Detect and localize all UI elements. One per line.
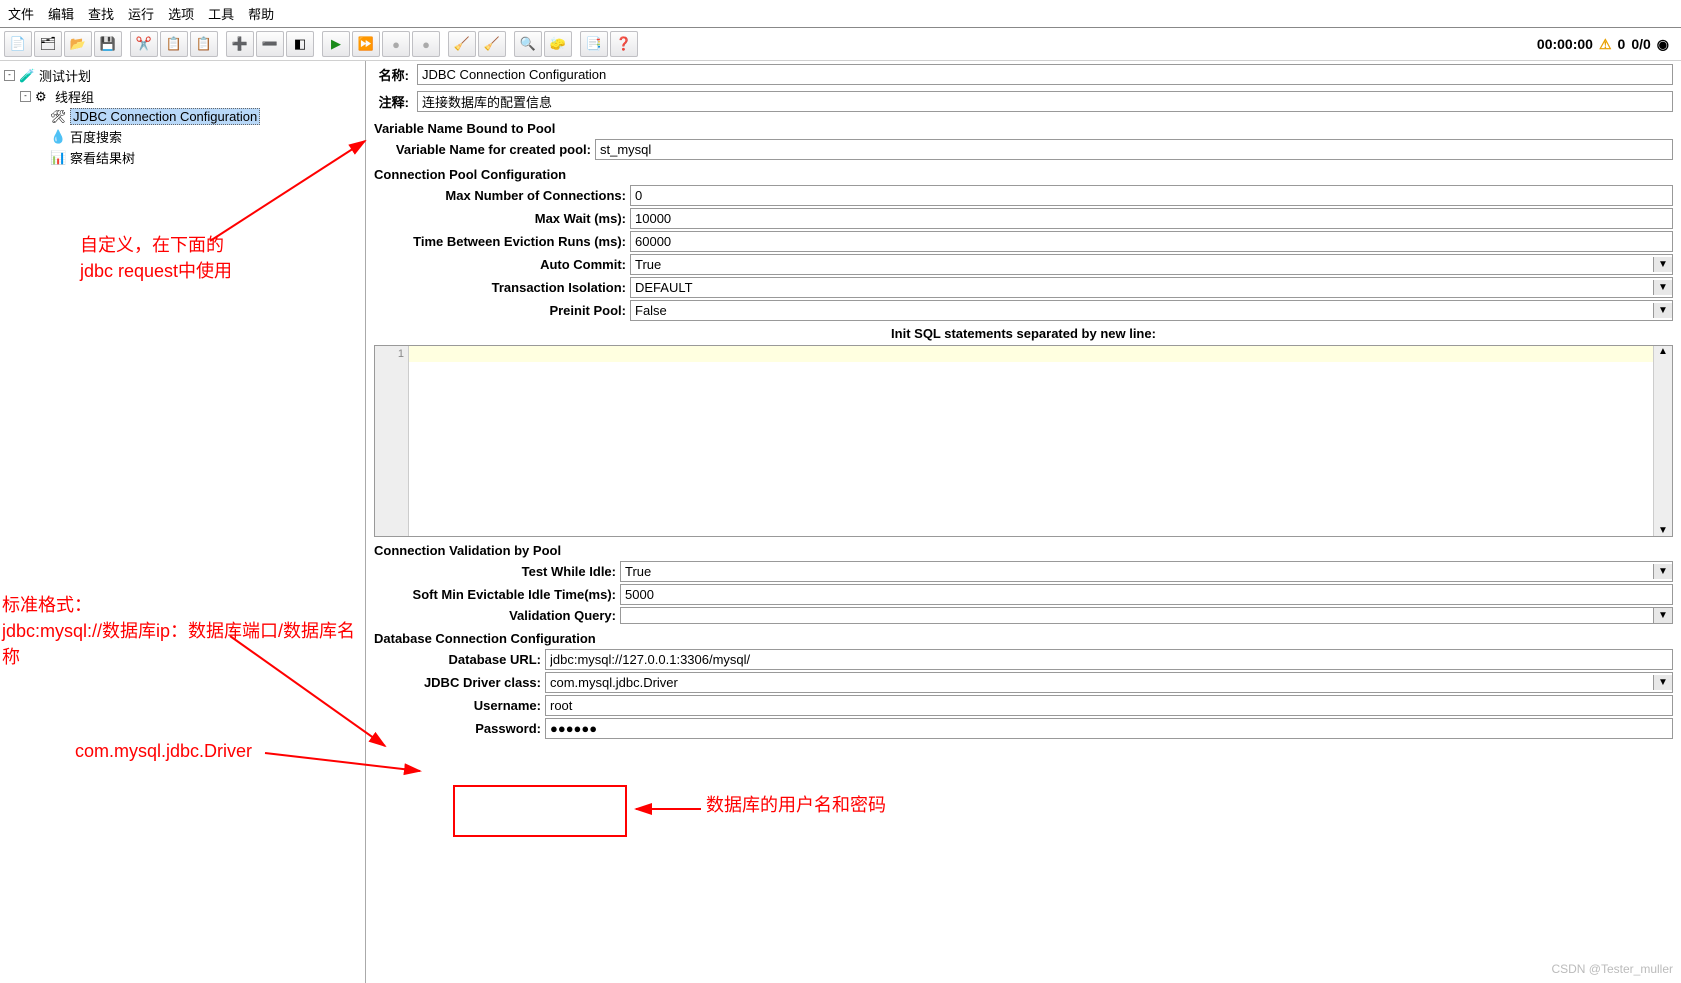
annotation-format: 标准格式：jdbc:mysql://数据库ip：数据库端口/数据库名称: [2, 591, 365, 669]
templates-button[interactable]: 🗂: [34, 31, 62, 57]
toggle-button[interactable]: ◧: [286, 31, 314, 57]
menu-run[interactable]: 运行: [128, 4, 154, 23]
tree-jdbc-config[interactable]: 🛠JDBC Connection Configuration: [0, 107, 365, 126]
copy-button[interactable]: 📋: [160, 31, 188, 57]
comment-label: 注释:: [374, 92, 409, 111]
testidle-label: Test While Idle:: [366, 564, 616, 579]
user-pass-highlight: [453, 785, 627, 837]
menu-search[interactable]: 查找: [88, 4, 114, 23]
comment-input[interactable]: [417, 91, 1673, 112]
watermark: CSDN @Tester_muller: [1551, 962, 1673, 976]
paste-button[interactable]: 📋: [190, 31, 218, 57]
init-sql-box[interactable]: 1 ▲▼: [374, 345, 1673, 537]
max-conn-input[interactable]: [630, 185, 1673, 206]
open-button[interactable]: 📂: [64, 31, 92, 57]
annotation-driver: com.mysql.jdbc.Driver: [75, 741, 252, 762]
evict-label: Time Between Eviction Runs (ms):: [366, 234, 626, 249]
softmin-label: Soft Min Evictable Idle Time(ms):: [366, 587, 616, 602]
softmin-input[interactable]: [620, 584, 1673, 605]
tree-test-plan[interactable]: -🧪测试计划: [0, 65, 365, 86]
clear-all-button[interactable]: 🧹: [478, 31, 506, 57]
warning-icon: ⚠: [1599, 36, 1612, 53]
menu-edit[interactable]: 编辑: [48, 4, 74, 23]
dburl-label: Database URL:: [366, 652, 541, 667]
autocommit-select[interactable]: True▼: [630, 254, 1673, 275]
clear-button[interactable]: 🧹: [448, 31, 476, 57]
threads-icon: ◉: [1657, 36, 1669, 53]
help-button[interactable]: ❓: [610, 31, 638, 57]
isolation-label: Transaction Isolation:: [366, 280, 626, 295]
max-wait-input[interactable]: [630, 208, 1673, 229]
form-panel: 名称: 注释: Variable Name Bound to Pool Vari…: [366, 61, 1681, 983]
dburl-input[interactable]: [545, 649, 1673, 670]
run-count: 0/0: [1631, 36, 1650, 52]
valq-label: Validation Query:: [366, 608, 616, 623]
start-button[interactable]: ▶: [322, 31, 350, 57]
valq-select[interactable]: ▼: [620, 607, 1673, 624]
section-db-conn: Database Connection Configuration: [366, 625, 1681, 648]
menu-bar: 文件 编辑 查找 运行 选项 工具 帮助: [0, 0, 1681, 28]
tree-thread-group[interactable]: -⚙线程组: [0, 86, 365, 107]
preinit-select[interactable]: False▼: [630, 300, 1673, 321]
save-button[interactable]: 💾: [94, 31, 122, 57]
pass-input[interactable]: [545, 718, 1673, 739]
reset-search-button[interactable]: 🧽: [544, 31, 572, 57]
section-conn-pool: Connection Pool Configuration: [366, 161, 1681, 184]
tree-baidu-search[interactable]: 💧百度搜索: [0, 126, 365, 147]
function-helper-button[interactable]: 📑: [580, 31, 608, 57]
max-wait-label: Max Wait (ms):: [366, 211, 626, 226]
sql-scrollbar[interactable]: ▲▼: [1653, 346, 1672, 536]
name-label: 名称:: [374, 65, 409, 84]
sql-gutter: 1: [375, 346, 409, 536]
shutdown-button[interactable]: ●: [412, 31, 440, 57]
user-label: Username:: [366, 698, 541, 713]
cut-button[interactable]: ✂️: [130, 31, 158, 57]
annotation-userpass: 数据库的用户名和密码: [706, 791, 886, 817]
driver-select[interactable]: com.mysql.jdbc.Driver▼: [545, 672, 1673, 693]
section-validation: Connection Validation by Pool: [366, 537, 1681, 560]
warning-count: 0: [1618, 36, 1626, 52]
testidle-select[interactable]: True▼: [620, 561, 1673, 582]
timer-text: 00:00:00: [1537, 36, 1593, 52]
autocommit-label: Auto Commit:: [366, 257, 626, 272]
new-button[interactable]: 📄: [4, 31, 32, 57]
name-input[interactable]: [417, 64, 1673, 85]
tree-panel: -🧪测试计划 -⚙线程组 🛠JDBC Connection Configurat…: [0, 61, 366, 983]
tree-view-results[interactable]: 📊察看结果树: [0, 147, 365, 168]
menu-file[interactable]: 文件: [8, 4, 34, 23]
var-name-input[interactable]: [595, 139, 1673, 160]
isolation-select[interactable]: DEFAULT▼: [630, 277, 1673, 298]
max-conn-label: Max Number of Connections:: [366, 188, 626, 203]
search-button[interactable]: 🔍: [514, 31, 542, 57]
start-noTimers-button[interactable]: ⏩: [352, 31, 380, 57]
collapse-button[interactable]: ➖: [256, 31, 284, 57]
expand-button[interactable]: ➕: [226, 31, 254, 57]
driver-label: JDBC Driver class:: [366, 675, 541, 690]
menu-help[interactable]: 帮助: [248, 4, 274, 23]
var-name-label: Variable Name for created pool:: [366, 142, 591, 157]
menu-tools[interactable]: 工具: [208, 4, 234, 23]
pass-label: Password:: [366, 721, 541, 736]
toolbar: 📄 🗂 📂 💾 ✂️ 📋 📋 ➕ ➖ ◧ ▶ ⏩ ● ● 🧹 🧹 🔍 🧽 📑 ❓…: [0, 28, 1681, 61]
section-variable-name: Variable Name Bound to Pool: [366, 115, 1681, 138]
evict-input[interactable]: [630, 231, 1673, 252]
stop-button[interactable]: ●: [382, 31, 410, 57]
menu-options[interactable]: 选项: [168, 4, 194, 23]
init-sql-label: Init SQL statements separated by new lin…: [366, 322, 1681, 345]
preinit-label: Preinit Pool:: [366, 303, 626, 318]
user-input[interactable]: [545, 695, 1673, 716]
annotation-custom: 自定义，在下面的jdbc request中使用: [80, 231, 232, 283]
